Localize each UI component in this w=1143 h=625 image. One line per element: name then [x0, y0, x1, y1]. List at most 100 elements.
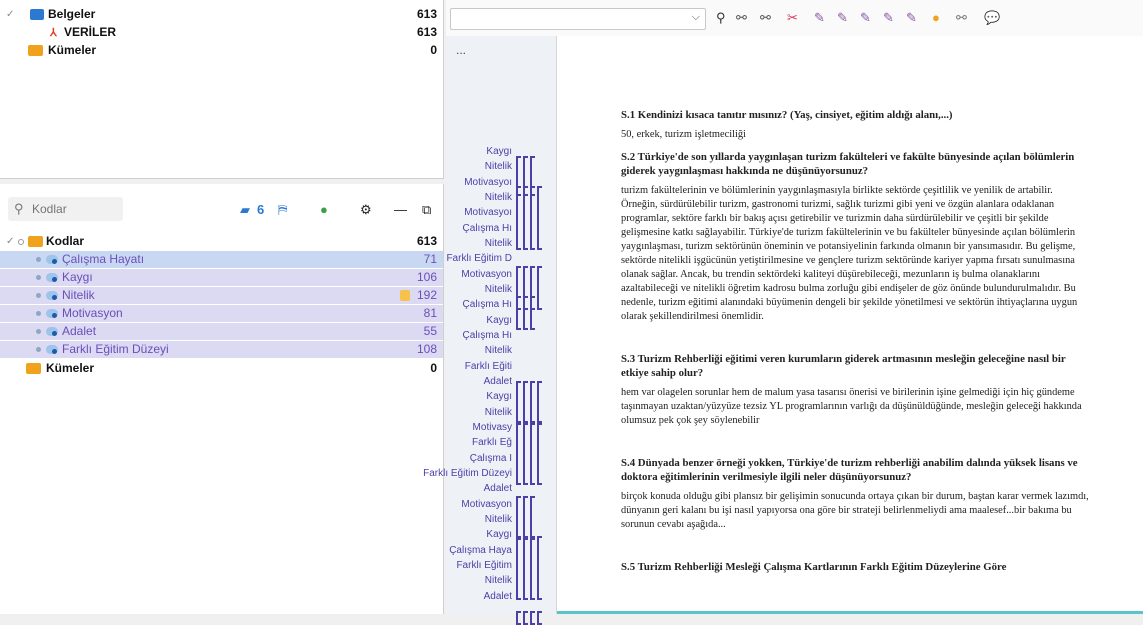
coding-stripe-label[interactable]: Çalışma Haya	[449, 545, 512, 556]
memo-icon[interactable]	[400, 290, 410, 301]
coding-stripe-label[interactable]: Motivasyoı	[464, 207, 512, 218]
code-row[interactable]: Kaygı 106	[0, 269, 443, 286]
code-row[interactable]: Nitelik 192	[0, 287, 443, 304]
coding-stripe-label[interactable]: Nitelik	[485, 345, 512, 356]
coding-stripe-label[interactable]: Nitelik	[485, 575, 512, 586]
code-sets-row[interactable]: Kümeler 0	[0, 360, 443, 377]
doc-tree-row-documents[interactable]: ✓ Belgeler 613	[0, 6, 443, 23]
more-options-icon[interactable]: ...	[456, 43, 466, 57]
code-tag-icon	[46, 327, 58, 336]
memo-icon[interactable]: 💬	[984, 10, 1000, 26]
coding-stripe-bracket[interactable]	[530, 536, 535, 600]
coding-stripe-bracket[interactable]	[537, 266, 542, 310]
chevron-down-icon[interactable]: ⌵	[692, 11, 700, 24]
coding-stripe-bracket[interactable]	[537, 186, 542, 250]
coding-stripe-label[interactable]: Nitelik	[485, 407, 512, 418]
coding-stripe-label[interactable]: Nitelik	[485, 161, 512, 172]
minimize-icon[interactable]: —	[394, 202, 407, 217]
coding-stripe-label[interactable]: Motivasyon	[461, 499, 512, 510]
coding-stripe-label[interactable]: Çalışma Hı	[463, 223, 512, 234]
coding-stripe-bracket[interactable]	[523, 496, 528, 540]
new-code-icon[interactable]: ⛿	[278, 202, 287, 218]
document-selector[interactable]: ⌵	[450, 8, 706, 30]
coding-stripe-bracket[interactable]	[516, 611, 521, 625]
coding-stripe-bracket[interactable]	[516, 296, 521, 330]
highlighter-yellow-icon[interactable]: ✎	[883, 10, 894, 26]
coding-stripe-label[interactable]: Motivasyoı	[464, 177, 512, 188]
coding-stripe-label[interactable]: Motivasyon	[461, 269, 512, 280]
highlighter-green-icon[interactable]: ✎	[860, 10, 871, 26]
coding-stripe-label[interactable]: Nitelik	[485, 284, 512, 295]
codes-tag-icon[interactable]: ▰	[240, 202, 250, 218]
coding-stripe-bracket[interactable]	[537, 536, 542, 600]
coding-stripe-bracket[interactable]	[530, 611, 535, 625]
highlighter-red-icon[interactable]: ✎	[906, 10, 917, 26]
code-row[interactable]: Farklı Eğitim Düzeyi 108	[0, 341, 443, 358]
coding-stripe-label[interactable]: Kaygı	[486, 146, 512, 157]
chevron-icon[interactable]: ✓	[6, 6, 14, 23]
coding-stripe-label[interactable]: Farklı Eğiti	[465, 361, 512, 372]
coding-stripe-bracket[interactable]	[530, 381, 535, 425]
coding-stripe-label[interactable]: Farklı Eğ	[472, 437, 512, 448]
coding-stripe-bracket[interactable]	[530, 421, 535, 485]
coding-stripe-label[interactable]: Adalet	[484, 483, 512, 494]
coding-stripe-label[interactable]: Adalet	[484, 376, 512, 387]
code-count: 192	[416, 288, 437, 302]
gear-icon[interactable]: ⚙	[360, 202, 372, 218]
coding-stripe-label[interactable]: Nitelik	[485, 238, 512, 249]
coding-stripe-bracket[interactable]	[537, 611, 542, 625]
code-with-last-icon[interactable]: ⚯	[760, 10, 771, 26]
coding-stripe-label[interactable]: Adalet	[484, 591, 512, 602]
doc-tree-row-document[interactable]: ⅄ VERİLER 613	[0, 24, 443, 41]
activate-icon[interactable]: ●	[320, 202, 328, 217]
coding-stripe-bracket[interactable]	[530, 296, 535, 330]
coding-stripe-label[interactable]: Kaygı	[486, 315, 512, 326]
search-box[interactable]: ⚲	[8, 197, 123, 221]
code-row[interactable]: Çalışma Hayatı 71	[0, 251, 443, 268]
coding-stripe-bracket[interactable]	[516, 421, 521, 485]
answer-text: 50, erkek, turizm işletmeciliği	[621, 129, 746, 140]
coding-stripe-bracket[interactable]	[530, 186, 535, 250]
code-tag-icon	[46, 345, 58, 354]
coding-stripe-label[interactable]: Motivasy	[473, 422, 512, 433]
coding-stripe-label[interactable]: Nitelik	[485, 192, 512, 203]
coding-stripe-bracket[interactable]	[523, 536, 528, 600]
coding-stripe-label[interactable]: Çalışma Hı	[463, 330, 512, 341]
coding-stripe-label[interactable]: Kaygı	[486, 391, 512, 402]
coding-stripe-bracket[interactable]	[516, 381, 521, 425]
emoticon-icon[interactable]: ●	[932, 10, 940, 25]
coding-stripe-bracket[interactable]	[537, 421, 542, 485]
coding-stripe-bracket[interactable]	[523, 421, 528, 485]
chevron-icon[interactable]: ✓	[6, 233, 14, 250]
highlighter-blue-icon[interactable]: ✎	[837, 10, 848, 26]
coding-stripe-label[interactable]: Farklı Eğitim Düzeyi	[423, 468, 512, 479]
coding-stripe-label[interactable]: Farklı Eğitim	[456, 560, 512, 571]
coding-stripe-bracket[interactable]	[523, 296, 528, 330]
emoticode-icon[interactable]: ✂	[787, 10, 798, 26]
coding-stripe-label[interactable]: Kaygı	[486, 529, 512, 540]
code-root-row[interactable]: ✓ Kodlar 613	[0, 233, 443, 250]
coding-stripe-label[interactable]: Çalışma Hı	[463, 299, 512, 310]
coding-stripe-bracket[interactable]	[530, 496, 535, 540]
coding-stripe-label[interactable]: Nitelik	[485, 514, 512, 525]
coding-stripe-bracket[interactable]	[516, 536, 521, 600]
coding-stripe-bracket[interactable]	[523, 611, 528, 625]
expand-icon[interactable]: ⧉	[422, 202, 431, 218]
search-input[interactable]	[30, 201, 122, 217]
coding-stripe-bracket[interactable]	[523, 381, 528, 425]
coding-stripe-label[interactable]: Farklı Eğitim D	[446, 253, 512, 264]
coding-stripe-bracket[interactable]	[516, 186, 521, 250]
coding-stripe-bracket[interactable]	[516, 496, 521, 540]
coding-stripe-label[interactable]: Çalışma I	[470, 453, 512, 464]
document-text: S.1 Kendinizi kısaca tanıtır mısınız? (Y…	[621, 108, 1091, 580]
coding-stripe-bracket[interactable]	[537, 381, 542, 425]
highlighter-purple-icon[interactable]: ✎	[814, 10, 825, 26]
code-row[interactable]: Motivasyon 81	[0, 305, 443, 322]
pin-icon[interactable]: ⚲	[716, 10, 726, 26]
doc-tree-row-sets[interactable]: Kümeler 0	[0, 42, 443, 59]
code-with-new-icon[interactable]: ⚯	[736, 10, 747, 26]
coding-stripe-bracket[interactable]	[523, 186, 528, 250]
bullet-icon	[36, 293, 41, 298]
link-icon[interactable]: ⚯	[956, 10, 967, 26]
code-row[interactable]: Adalet 55	[0, 323, 443, 340]
